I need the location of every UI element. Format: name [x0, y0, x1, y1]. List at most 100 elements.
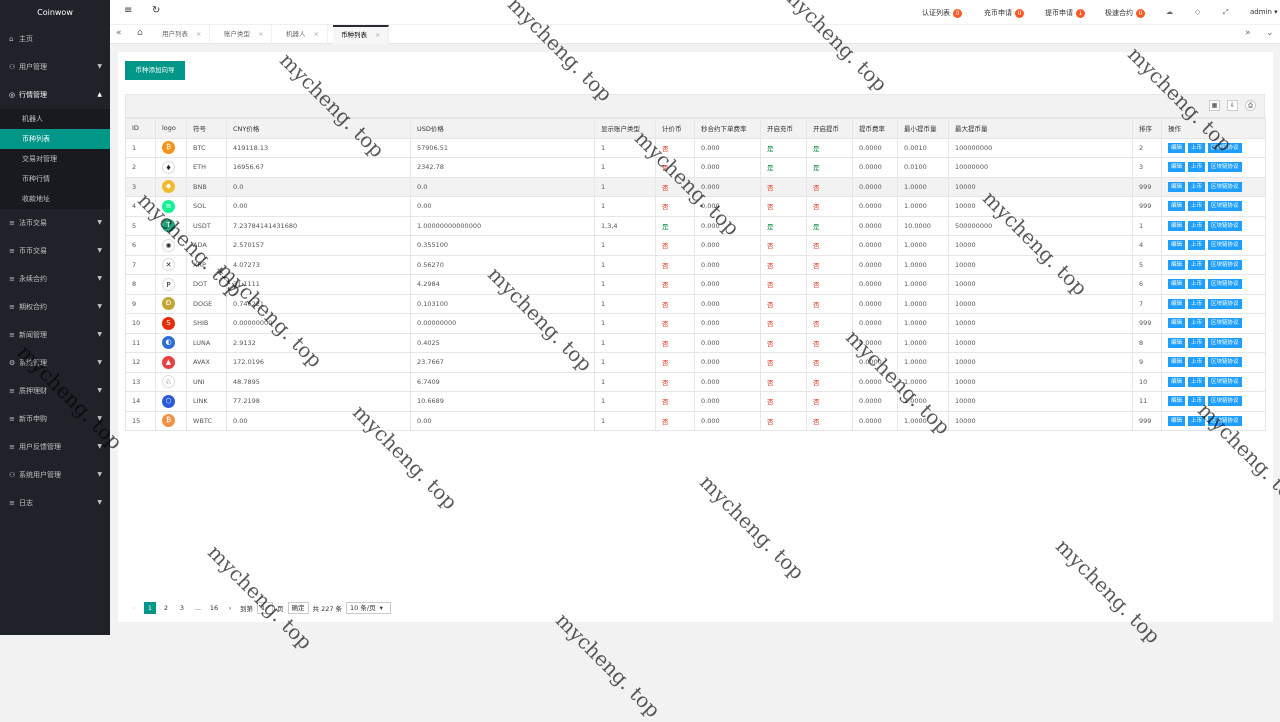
sidebar-item[interactable]: ≡ 期权合约 ▼: [0, 293, 110, 321]
edit-button[interactable]: 编辑: [1168, 220, 1186, 231]
chain-protocol-button[interactable]: 区块链协议: [1208, 415, 1242, 426]
edit-button[interactable]: 编辑: [1168, 376, 1186, 387]
chain-protocol-button[interactable]: 区块链协议: [1208, 201, 1242, 212]
columns-filter-icon[interactable]: ▦: [1209, 100, 1220, 111]
close-icon[interactable]: ×: [196, 30, 201, 38]
tabs-menu-icon[interactable]: ⌄: [1266, 28, 1274, 38]
column-header[interactable]: ID: [125, 118, 156, 139]
sidebar-item[interactable]: ≡ 法币交易 ▼: [0, 209, 110, 237]
chain-protocol-button[interactable]: 区块链协议: [1208, 181, 1242, 192]
header-link-kyc[interactable]: 认证列表 0: [922, 8, 962, 18]
list-coin-button[interactable]: 上币: [1188, 415, 1206, 426]
chain-protocol-button[interactable]: 区块链协议: [1208, 259, 1242, 270]
edit-button[interactable]: 编辑: [1168, 415, 1186, 426]
header-link-withdraw[interactable]: 提币申请 1: [1045, 8, 1085, 18]
list-coin-button[interactable]: 上币: [1188, 201, 1206, 212]
sidebar-subitem[interactable]: 币种列表: [0, 129, 110, 149]
sidebar-item[interactable]: ≡ 新闻管理 ▼: [0, 321, 110, 349]
sidebar-item[interactable]: ⚇ 系统用户管理 ▼: [0, 461, 110, 489]
tabs-left-icon[interactable]: «: [116, 28, 122, 38]
goto-confirm-button[interactable]: 确定: [287, 602, 309, 614]
chain-protocol-button[interactable]: 区块链协议: [1208, 142, 1242, 153]
sidebar-subitem[interactable]: 币种行情: [0, 169, 110, 189]
list-coin-button[interactable]: 上币: [1188, 240, 1206, 251]
chain-protocol-button[interactable]: 区块链协议: [1208, 162, 1242, 173]
edit-button[interactable]: 编辑: [1168, 240, 1186, 251]
home-tab-icon[interactable]: ⌂: [137, 28, 143, 38]
edit-button[interactable]: 编辑: [1168, 142, 1186, 153]
edit-button[interactable]: 编辑: [1168, 298, 1186, 309]
edit-button[interactable]: 编辑: [1168, 181, 1186, 192]
list-coin-button[interactable]: 上币: [1188, 318, 1206, 329]
edit-button[interactable]: 编辑: [1168, 279, 1186, 290]
edit-button[interactable]: 编辑: [1168, 318, 1186, 329]
close-icon[interactable]: ×: [314, 30, 319, 38]
sidebar-item[interactable]: ⚙ 系统管理 ▼: [0, 349, 110, 377]
edit-button[interactable]: 编辑: [1168, 259, 1186, 270]
page-size-select[interactable]: 10 条/页 ▾: [346, 602, 391, 614]
tab-item[interactable]: 机器人 ×: [278, 25, 328, 44]
header-link-fast-contract[interactable]: 极速合约 0: [1105, 8, 1145, 18]
page-number[interactable]: 3: [176, 602, 188, 614]
sidebar-subitem[interactable]: 收款地址: [0, 189, 110, 209]
goto-page-input[interactable]: 1: [257, 602, 273, 614]
sidebar-item[interactable]: ≡ 用户反馈管理 ▼: [0, 433, 110, 461]
sidebar-item[interactable]: ≡ 新币申购 ▼: [0, 405, 110, 433]
close-icon[interactable]: ×: [375, 31, 380, 39]
sidebar-subitem[interactable]: 交易对管理: [0, 149, 110, 169]
chain-protocol-button[interactable]: 区块链协议: [1208, 240, 1242, 251]
fullscreen-icon[interactable]: ⤢: [1223, 8, 1229, 17]
tab-item[interactable]: 币种列表 ×: [333, 25, 390, 44]
sidebar-item[interactable]: ≡ 质押理财 ▼: [0, 377, 110, 405]
add-coin-wizard-button[interactable]: 币种添加向导: [125, 61, 185, 80]
menu-toggle-icon[interactable]: ≡: [124, 5, 132, 16]
prev-page-icon[interactable]: ‹: [128, 602, 140, 614]
chain-protocol-button[interactable]: 区块链协议: [1208, 279, 1242, 290]
tab-item[interactable]: 账户类型 ×: [216, 25, 273, 44]
list-coin-button[interactable]: 上币: [1188, 298, 1206, 309]
chain-protocol-button[interactable]: 区块链协议: [1208, 396, 1242, 407]
page-number[interactable]: 16: [208, 602, 220, 614]
print-icon[interactable]: ⎙: [1245, 100, 1256, 111]
list-coin-button[interactable]: 上币: [1188, 220, 1206, 231]
edit-button[interactable]: 编辑: [1168, 396, 1186, 407]
tab-item[interactable]: 用户列表 ×: [154, 25, 211, 44]
user-menu[interactable]: admin ▾: [1250, 8, 1278, 16]
tabs-right-icon[interactable]: »: [1245, 28, 1251, 38]
edit-button[interactable]: 编辑: [1168, 162, 1186, 173]
sidebar-item[interactable]: ⚇ 用户管理 ▼: [0, 53, 110, 81]
list-coin-button[interactable]: 上币: [1188, 259, 1206, 270]
theme-icon[interactable]: ☁: [1166, 8, 1173, 16]
tag-icon[interactable]: ◇: [1195, 8, 1200, 16]
list-coin-button[interactable]: 上币: [1188, 337, 1206, 348]
sidebar-item[interactable]: ≡ 币币交易 ▼: [0, 237, 110, 265]
edit-button[interactable]: 编辑: [1168, 357, 1186, 368]
close-icon[interactable]: ×: [258, 30, 263, 38]
list-coin-button[interactable]: 上币: [1188, 279, 1206, 290]
page-number[interactable]: 2: [160, 602, 172, 614]
chain-protocol-button[interactable]: 区块链协议: [1208, 298, 1242, 309]
sidebar-subitem[interactable]: 机器人: [0, 109, 110, 129]
export-icon[interactable]: ⇩: [1227, 100, 1238, 111]
chain-protocol-button[interactable]: 区块链协议: [1208, 318, 1242, 329]
edit-button[interactable]: 编辑: [1168, 337, 1186, 348]
list-coin-button[interactable]: 上币: [1188, 181, 1206, 192]
sidebar-item[interactable]: ⌂ 主页: [0, 25, 110, 53]
chain-protocol-button[interactable]: 区块链协议: [1208, 357, 1242, 368]
sidebar-item[interactable]: ≡ 日志 ▼: [0, 489, 110, 517]
header-link-deposit[interactable]: 充币申请 0: [984, 8, 1024, 18]
sidebar-item[interactable]: ≡ 永续合约 ▼: [0, 265, 110, 293]
list-coin-button[interactable]: 上币: [1188, 162, 1206, 173]
sidebar-item[interactable]: ◎ 行情管理 ▲: [0, 81, 110, 109]
chain-protocol-button[interactable]: 区块链协议: [1208, 220, 1242, 231]
list-coin-button[interactable]: 上币: [1188, 396, 1206, 407]
list-coin-button[interactable]: 上币: [1188, 376, 1206, 387]
chain-protocol-button[interactable]: 区块链协议: [1208, 337, 1242, 348]
list-coin-button[interactable]: 上币: [1188, 357, 1206, 368]
page-number[interactable]: 1: [144, 602, 156, 614]
refresh-icon[interactable]: ↻: [152, 5, 160, 16]
next-page-icon[interactable]: ›: [224, 602, 236, 614]
edit-button[interactable]: 编辑: [1168, 201, 1186, 212]
list-coin-button[interactable]: 上币: [1188, 142, 1206, 153]
chain-protocol-button[interactable]: 区块链协议: [1208, 376, 1242, 387]
